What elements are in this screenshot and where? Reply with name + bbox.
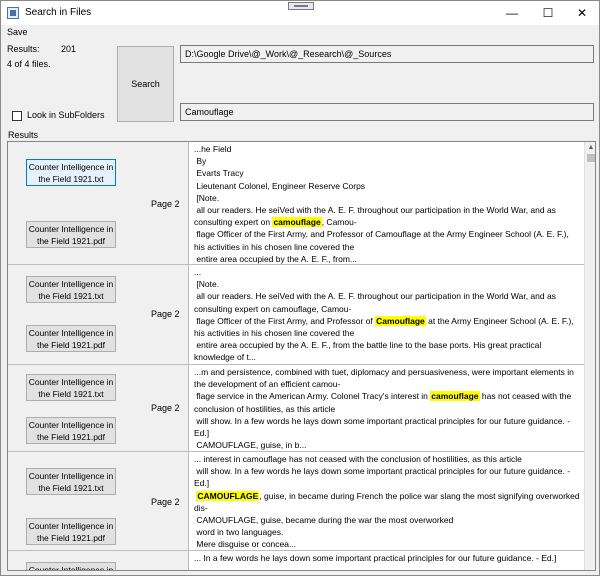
window-title: Search in Files <box>25 7 92 18</box>
snap-layout-icon[interactable] <box>288 2 314 10</box>
open-txt-button[interactable]: Counter Intelligence in the Field 1921.t… <box>26 276 116 303</box>
page-label: Page 2 <box>151 497 180 507</box>
open-pdf-button[interactable]: Counter Intelligence in the Field 1921.p… <box>26 221 116 248</box>
search-term-input[interactable]: Camouflage <box>180 103 594 121</box>
result-snippet: ... In a few words he lays down some imp… <box>194 553 557 563</box>
page-label: Page 2 <box>151 403 180 413</box>
search-term-highlight: camouflage <box>430 391 480 402</box>
result-row: Counter Intelligence in the Field 1921.t… <box>8 365 584 452</box>
results-section-label: Results <box>8 130 39 140</box>
result-snippet: ... [Note. all our readers. He seiVed wi… <box>194 267 574 363</box>
result-row: Counter Intelligence in the Field 1921.t… <box>8 142 584 265</box>
result-snippet: ...he Field By Evarts Tracy Lieutenant C… <box>194 144 569 264</box>
open-txt-button[interactable]: Counter Intelligence in the Field 1921.t… <box>26 159 116 186</box>
menu-bar: Save <box>1 25 599 39</box>
page-label: Page 2 <box>151 199 180 209</box>
maximize-icon[interactable]: ☐ <box>531 1 565 25</box>
open-txt-button[interactable]: Counter Intelligence in the Field 1921.t… <box>26 468 116 495</box>
results-count-value: 201 <box>61 44 77 54</box>
open-pdf-button[interactable]: Counter Intelligence in the Field 1921.p… <box>26 518 116 545</box>
subfolders-label[interactable]: Look in SubFolders <box>27 110 105 120</box>
folder-path-input[interactable]: D:\Google Drive\@_Work\@_Research\@_Sour… <box>180 45 594 63</box>
scroll-thumb[interactable] <box>587 154 595 162</box>
open-pdf-button[interactable]: Counter Intelligence in the Field 1921.p… <box>26 325 116 352</box>
title-bar: Search in Files — ☐ ✕ <box>1 1 599 25</box>
menu-save[interactable]: Save <box>7 27 28 37</box>
result-row-files: Counter Intelligence in the Field 1921.t… <box>8 265 189 364</box>
close-icon[interactable]: ✕ <box>565 1 599 25</box>
result-row-files: Counter Intelligence in the Field 1921.t… <box>8 142 189 264</box>
results-count-label: Results: <box>7 44 40 54</box>
result-row-files: Counter Intelligence in the Field 1921.t… <box>8 452 189 550</box>
subfolders-checkbox[interactable] <box>12 111 22 121</box>
search-button[interactable]: Search <box>117 46 174 122</box>
result-row: Counter Intelligence in the Field 1921.t… <box>8 452 584 551</box>
page-label: Page 2 <box>151 309 180 319</box>
result-row-files: Counter Intelligence in the Field 1921.t… <box>8 365 189 451</box>
result-row-files: Counter Intelligence in the Field 1921.t… <box>8 551 189 570</box>
result-snippet: ...m and persistence, combined with tuet… <box>194 367 574 451</box>
open-txt-button[interactable]: Counter Intelligence in the Field 1921.t… <box>26 562 116 570</box>
app-icon <box>7 7 19 19</box>
result-row: Counter Intelligence in the Field 1921.t… <box>8 265 584 365</box>
result-row: Counter Intelligence in the Field 1921.t… <box>8 551 584 570</box>
result-snippet: ... interest in camouflage has not cease… <box>194 454 580 550</box>
open-pdf-button[interactable]: Counter Intelligence in the Field 1921.p… <box>26 417 116 444</box>
minimize-icon[interactable]: — <box>495 1 529 25</box>
search-term-highlight: camouflage <box>272 217 322 228</box>
search-term-highlight: Camouflage <box>375 315 426 326</box>
results-scrollbar[interactable]: ▲ <box>584 142 595 570</box>
open-txt-button[interactable]: Counter Intelligence in the Field 1921.t… <box>26 374 116 401</box>
search-window: Search in Files — ☐ ✕ Save Results: 201 … <box>0 0 600 576</box>
search-term-highlight: CAMOUFLAGE <box>196 490 260 501</box>
scroll-up-icon[interactable]: ▲ <box>585 142 595 154</box>
results-panel: Counter Intelligence in the Field 1921.t… <box>7 141 596 571</box>
file-count-status: 4 of 4 files. <box>7 59 51 69</box>
